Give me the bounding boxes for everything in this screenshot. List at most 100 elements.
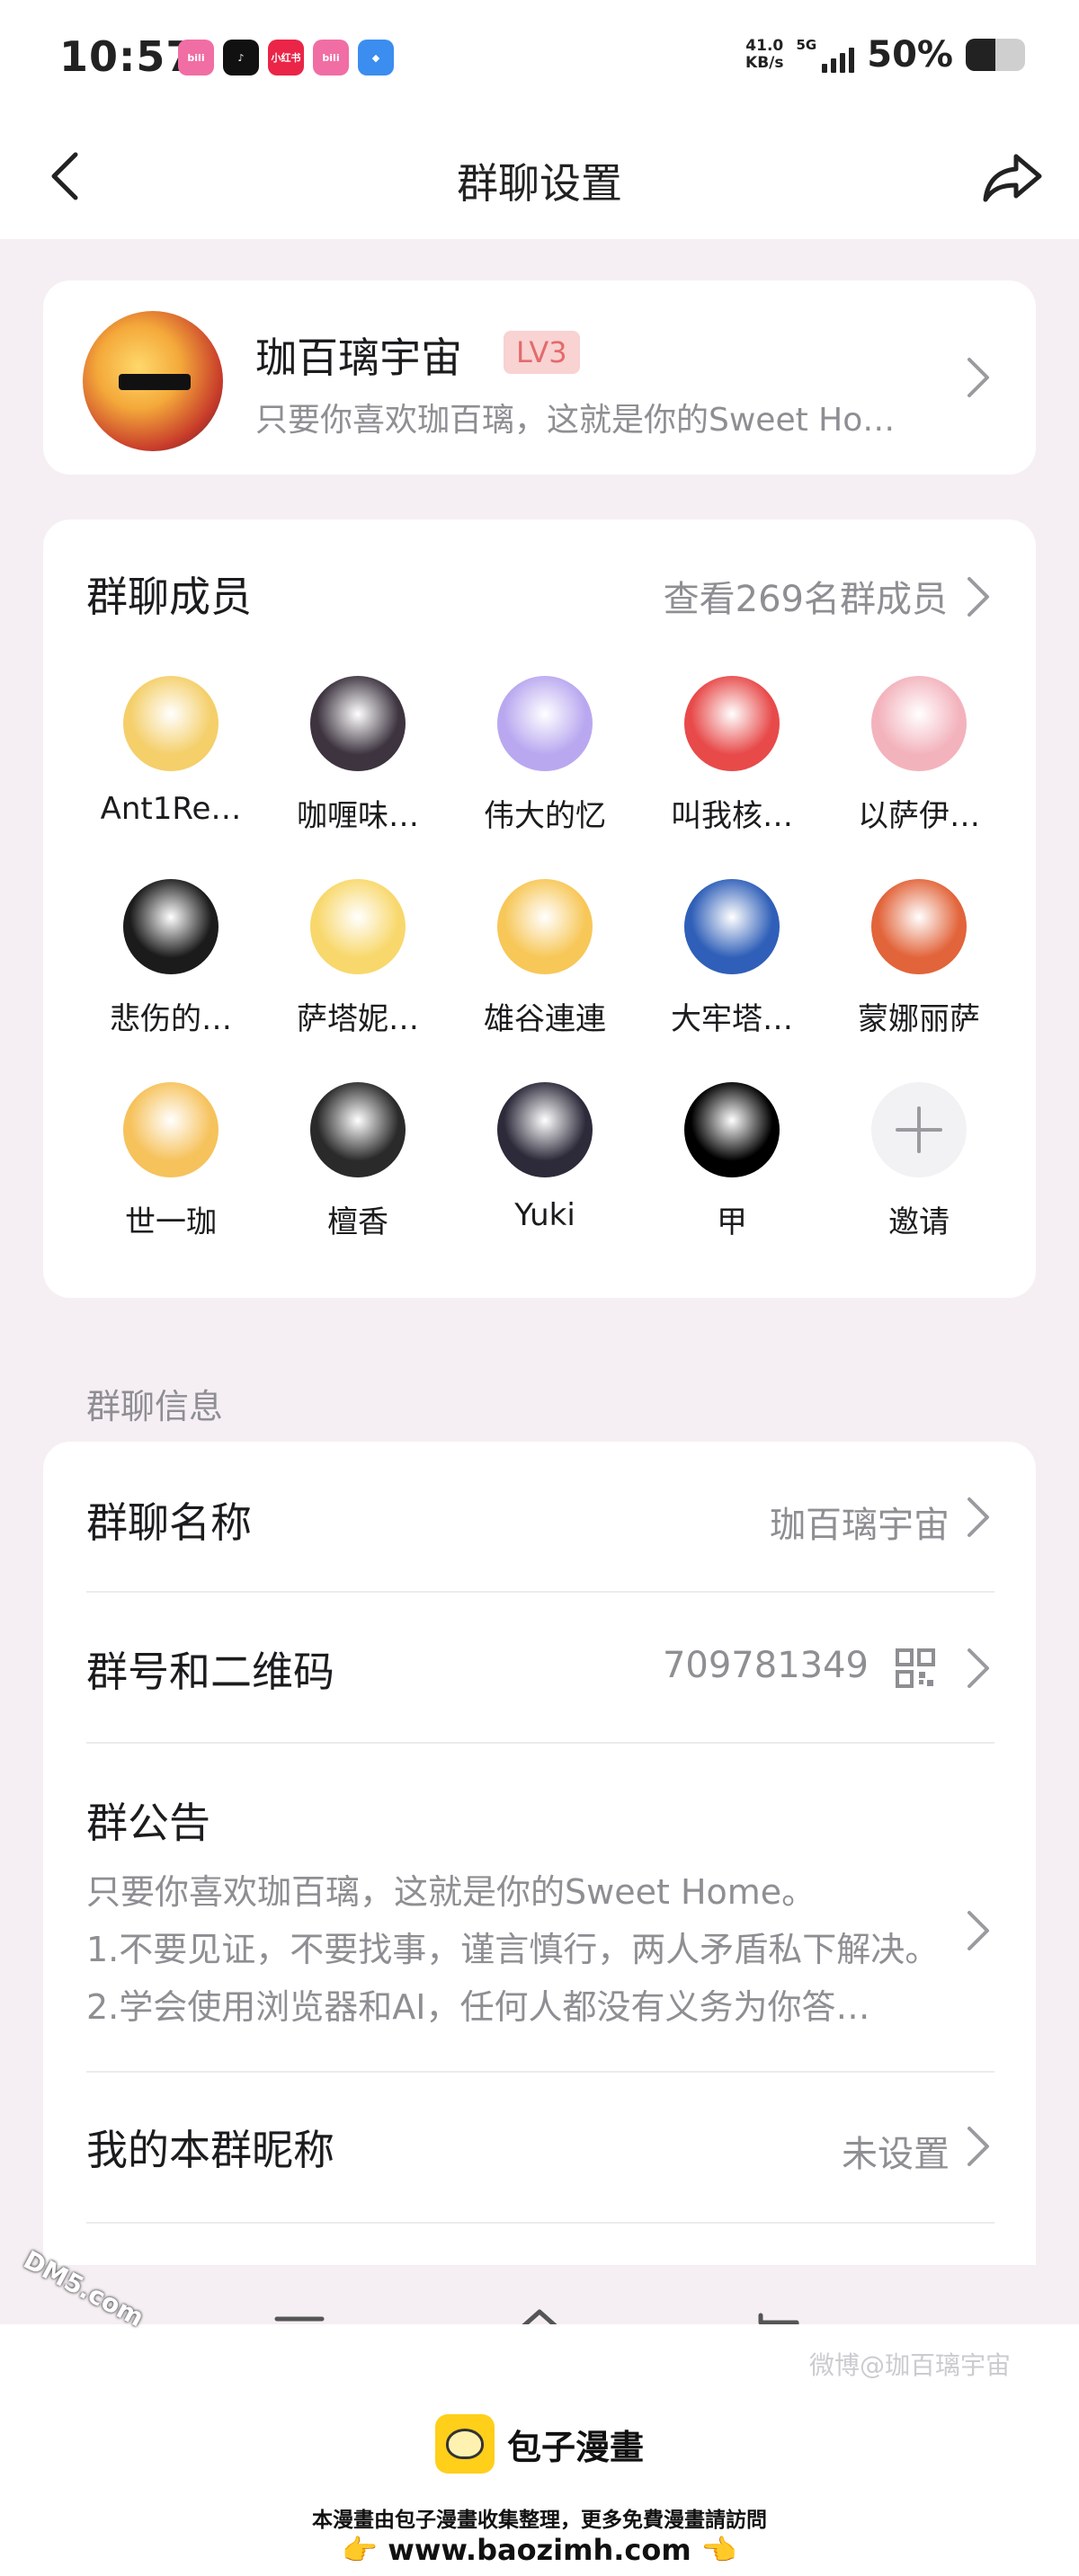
battery-percent: 50%: [867, 34, 953, 76]
blue-app-icon: ◆: [358, 40, 394, 76]
invite-button[interactable]: 邀请: [824, 1082, 1014, 1241]
network-speed-value: 41.0: [745, 37, 784, 55]
group-info-card: 群聊名称 珈百璃宇宙 群号和二维码 709781349 群公告 只要你喜欢珈百璃…: [43, 1442, 1036, 2278]
group-notice-label: 群公告: [86, 1799, 210, 1847]
member-item[interactable]: 以萨伊…: [824, 676, 1014, 835]
page-title: 群聊设置: [457, 159, 622, 208]
member-avatar: [123, 1082, 218, 1177]
status-time: 10:57: [59, 32, 196, 81]
member-avatar: [684, 676, 780, 771]
baozi-logo-icon: [434, 2414, 495, 2474]
chevron-right-icon: [968, 1497, 989, 1537]
member-item[interactable]: Ant1Re…: [76, 676, 266, 827]
member-avatar: [497, 879, 593, 974]
member-name: 雄谷連連: [484, 1001, 606, 1037]
member-item[interactable]: 叫我核…: [637, 676, 827, 835]
invite-label: 邀请: [888, 1204, 950, 1240]
member-avatar: [123, 879, 218, 974]
my-nickname-value: 未设置: [842, 2134, 950, 2175]
member-item[interactable]: 咖喱味…: [263, 676, 453, 835]
member-name: 世一珈: [125, 1204, 217, 1240]
divider: [86, 2222, 994, 2224]
chevron-right-icon: [968, 1911, 989, 1950]
member-name: 大牢塔…: [671, 1001, 793, 1037]
members-title: 群聊成员: [86, 573, 252, 621]
member-name: Ant1Re…: [100, 791, 242, 827]
top-nav-bar: 群聊设置: [0, 117, 1079, 239]
network-speed: 41.0 KB/s: [745, 38, 783, 72]
member-name: 甲: [717, 1204, 747, 1240]
qr-code-icon: [896, 1648, 935, 1688]
member-avatar: [497, 676, 593, 771]
group-id-value: 709781349: [662, 1645, 869, 1686]
group-name-value: 珈百璃宇宙: [770, 1505, 950, 1546]
group-id-label: 群号和二维码: [86, 1648, 334, 1696]
member-name: 蒙娜丽萨: [858, 1001, 980, 1037]
network-type: 5G: [796, 37, 817, 53]
member-name: 萨塔妮…: [297, 1001, 419, 1037]
tiktok-app-icon: ♪: [223, 40, 259, 76]
bilibili-app-icon: bili: [178, 40, 214, 76]
member-avatar: [497, 1082, 593, 1177]
status-app-icons: bili ♪ 小红书 bili ◆: [178, 40, 394, 76]
group-name: 珈百璃宇宙: [255, 333, 462, 382]
my-nickname-label: 我的本群昵称: [86, 2126, 334, 2174]
notice-line: 2.学会使用浏览器和AI，任何人都没有义务为你答…: [86, 1987, 870, 2027]
chevron-right-icon: [968, 577, 989, 617]
watermark-right: 微博@珈百璃宇宙: [809, 2350, 1012, 2380]
member-avatar: [684, 879, 780, 974]
network-speed-unit: KB/s: [745, 54, 784, 72]
member-avatar: [684, 1082, 780, 1177]
group-name-label: 群聊名称: [86, 1498, 252, 1547]
share-button[interactable]: [978, 144, 1047, 212]
member-item[interactable]: 大牢塔…: [637, 879, 827, 1038]
member-avatar: [310, 1082, 406, 1177]
bilibili-app-icon-2: bili: [313, 40, 349, 76]
member-item[interactable]: 伟大的忆: [450, 676, 640, 835]
battery-icon: [966, 39, 1025, 71]
member-item[interactable]: 檀香: [263, 1082, 453, 1241]
view-all-members-link[interactable]: 查看269名群成员: [664, 570, 948, 622]
section-label-group-info: 群聊信息: [86, 1387, 224, 1426]
footer-url[interactable]: 👉 www.baozimh.com 👈: [0, 2533, 1079, 2567]
my-nickname-row[interactable]: 我的本群昵称 未设置: [43, 2073, 1036, 2222]
member-item[interactable]: Yuki: [450, 1082, 640, 1233]
member-name: Yuki: [514, 1197, 575, 1233]
member-name: 伟大的忆: [484, 798, 606, 834]
member-avatar: [871, 676, 967, 771]
member-name: 以萨伊…: [858, 798, 980, 834]
footer-notice: 本漫畫由包子漫畫收集整理，更多免費漫畫請訪問: [312, 2509, 767, 2532]
share-icon: [983, 154, 1042, 202]
member-avatar: [310, 879, 406, 974]
notice-line: 只要你喜欢珈百璃，这就是你的Sweet Home。: [86, 1872, 816, 1912]
member-name: 叫我核…: [671, 798, 793, 834]
logo-text: 包子漫畫: [506, 2427, 644, 2467]
member-item[interactable]: 蒙娜丽萨: [824, 879, 1014, 1038]
group-notice-row[interactable]: 群公告 只要你喜欢珈百璃，这就是你的Sweet Home。 1.不要见证，不要找…: [43, 1744, 1036, 2071]
member-name: 咖喱味…: [297, 798, 419, 834]
plus-icon: [871, 1082, 967, 1177]
member-item[interactable]: 甲: [637, 1082, 827, 1241]
member-avatar: [871, 879, 967, 974]
member-item[interactable]: 世一珈: [76, 1082, 266, 1241]
group-id-qr-row[interactable]: 群号和二维码 709781349: [43, 1593, 1036, 1742]
group-members-card: 群聊成员 查看269名群成员 Ant1Re… 咖喱味… 伟大的忆 叫我核… 以萨伊… 悲伤…: [43, 520, 1036, 1298]
group-level-badge: LV3: [504, 331, 580, 374]
group-profile-card[interactable]: 珈百璃宇宙 LV3 只要你喜欢珈百璃，这就是你的Sweet Ho…: [43, 280, 1036, 475]
signal-icon: 5G: [797, 37, 855, 73]
baozimh-logo: 包子漫畫: [0, 2414, 1079, 2474]
chevron-right-icon: [968, 2127, 989, 2166]
member-avatar: [123, 676, 218, 771]
group-avatar: [83, 311, 223, 451]
status-indicators: 41.0 KB/s 5G 50%: [745, 34, 1025, 76]
chevron-right-icon: [968, 358, 989, 397]
status-bar: 10:57 bili ♪ 小红书 bili ◆ 41.0 KB/s 5G 50%: [0, 0, 1079, 117]
member-name: 檀香: [327, 1204, 388, 1240]
member-item[interactable]: 萨塔妮…: [263, 879, 453, 1038]
group-name-row[interactable]: 群聊名称 珈百璃宇宙: [43, 1442, 1036, 1591]
member-item[interactable]: 雄谷連連: [450, 879, 640, 1038]
xiaohongshu-app-icon: 小红书: [268, 40, 304, 76]
member-item[interactable]: 悲伤的…: [76, 879, 266, 1038]
member-name: 悲伤的…: [110, 1001, 232, 1037]
group-description: 只要你喜欢珈百璃，这就是你的Sweet Ho…: [255, 402, 896, 439]
